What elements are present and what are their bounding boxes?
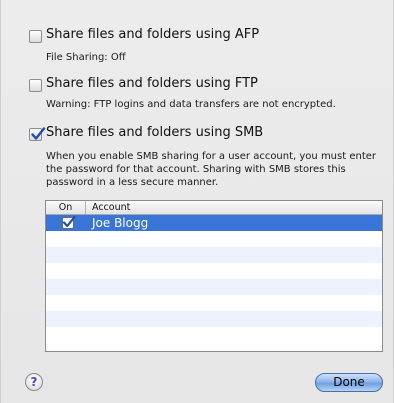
- smb-checkbox[interactable]: [29, 127, 46, 141]
- ftp-label[interactable]: Share files and folders using FTP: [46, 76, 258, 91]
- done-button[interactable]: Done: [315, 373, 383, 392]
- smb-sharing-sheet: Share files and folders using AFP File S…: [0, 0, 394, 403]
- afp-status: File Sharing: Off: [46, 52, 126, 63]
- table-row[interactable]: Joe Blogg: [46, 215, 382, 231]
- afp-checkbox[interactable]: [29, 30, 42, 43]
- empty-row: [46, 311, 382, 327]
- checkmark-icon: [62, 215, 76, 228]
- table-header: On Account: [46, 201, 382, 215]
- account-enabled-checkbox[interactable]: [62, 215, 76, 229]
- account-name: Joe Blogg: [92, 216, 149, 230]
- empty-row: [46, 327, 382, 343]
- smb-note-line-1: When you enable SMB sharing for a user a…: [46, 151, 377, 162]
- empty-row: [46, 295, 382, 311]
- empty-row: [46, 231, 382, 247]
- smb-label[interactable]: Share files and folders using SMB: [46, 125, 263, 140]
- smb-note-line-2: the password for that account. Sharing w…: [46, 164, 346, 175]
- smb-note-line-3: password in a less secure manner.: [46, 177, 219, 188]
- accounts-table: On Account Joe Blogg: [45, 200, 383, 352]
- ftp-checkbox[interactable]: [29, 79, 42, 92]
- empty-row: [46, 279, 382, 295]
- checkmark-icon: [31, 127, 46, 140]
- ftp-warning: Warning: FTP logins and data transfers a…: [46, 99, 336, 110]
- afp-label[interactable]: Share files and folders using AFP: [46, 27, 259, 42]
- column-header-on[interactable]: On: [46, 201, 86, 214]
- empty-row: [46, 263, 382, 279]
- help-button[interactable]: ?: [25, 373, 43, 391]
- empty-row: [46, 247, 382, 263]
- column-header-account[interactable]: Account: [92, 201, 130, 214]
